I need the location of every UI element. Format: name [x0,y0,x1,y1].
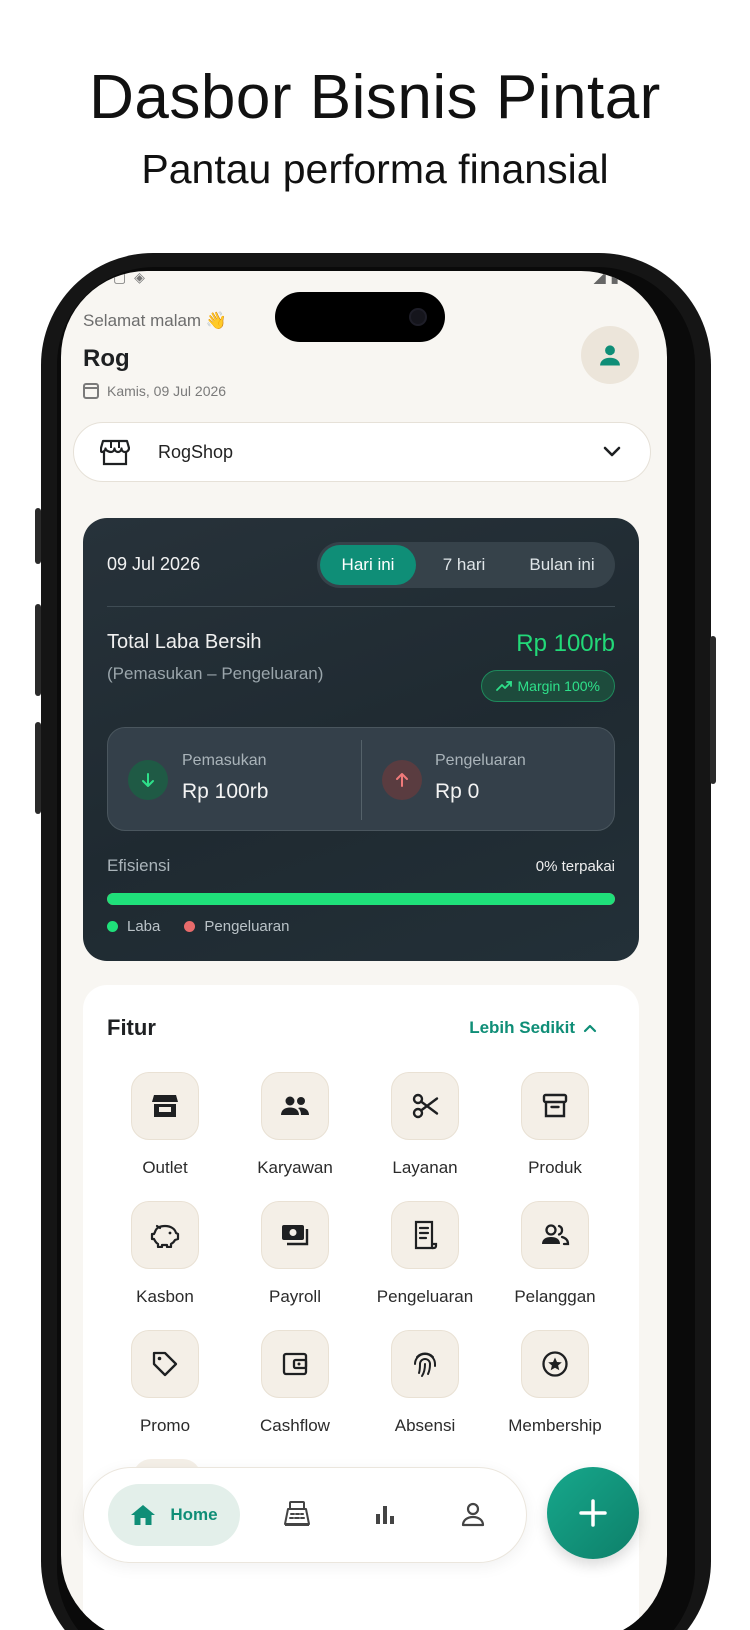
period-today-button[interactable]: Hari ini [320,545,416,585]
profile-icon [461,1502,485,1527]
user-name: Rog [83,345,130,372]
summary-date: 09 Jul 2026 [107,554,201,574]
expense-label: Pengeluaran [435,752,526,769]
period-selector: Hari ini 7 hari Bulan ini [317,542,615,588]
trending-up-icon [495,681,512,691]
star-badge-icon [521,1330,589,1398]
cash-register-icon [284,1501,310,1526]
summary-divider [107,606,615,607]
home-icon [131,1505,156,1525]
feature-membership[interactable]: Membership [490,1330,620,1436]
legend-expense-label: Pengeluaran [204,918,290,935]
features-toggle-label: Lebih Sedikit [469,1018,575,1037]
expense-value: Rp 0 [435,780,480,803]
dynamic-island [275,292,445,342]
promo-headline: Dasbor Bisnis Pintar [89,63,661,132]
arrow-up-icon [382,760,422,800]
money-icon [261,1201,329,1269]
income-expense-box: Pemasukan Rp 100rb Pengeluaran Rp 0 [107,727,615,831]
calendar-icon [83,383,99,399]
fingerprint-icon [391,1330,459,1398]
promo-subheadline: Pantau performa finansial [141,146,609,192]
net-profit-formula: (Pemasukan – Pengeluaran) [107,664,324,683]
feature-outlet[interactable]: Outlet [100,1072,230,1178]
wallet-icon [261,1330,329,1398]
feature-karyawan[interactable]: Karyawan [230,1072,360,1178]
feature-pengeluaran[interactable]: Pengeluaran [360,1201,490,1307]
chevron-up-icon [583,1024,597,1033]
legend-expense-dot [184,921,196,932]
app-screen: ▢ ◈ ◢ ▮ Selamat malam 👋 Rog Kamis, 09 Ju… [61,271,667,1630]
feature-absensi[interactable]: Absensi [360,1330,490,1436]
date-text: Kamis, 09 Jul 2026 [107,383,227,399]
arrow-down-icon [128,760,168,800]
shop-name: RogShop [158,441,234,462]
phone-power-button [710,636,716,784]
add-button[interactable] [547,1467,639,1559]
legend-profit-label: Laba [127,918,161,935]
efficiency-bar [107,893,615,905]
scissors-icon [391,1072,459,1140]
period-this-month-button[interactable]: Bulan ini [512,545,612,585]
features-title: Fitur [107,1015,156,1040]
piggy-bank-icon [131,1201,199,1269]
feature-layanan[interactable]: Layanan [360,1072,490,1178]
feature-cashflow[interactable]: Cashflow [230,1330,360,1436]
phone-action-button [35,508,41,564]
people-icon [261,1072,329,1140]
feature-payroll[interactable]: Payroll [230,1201,360,1307]
efficiency-legend: Laba Pengeluaran [107,918,289,935]
period-7-days-button[interactable]: 7 hari [416,545,512,585]
chevron-down-icon [602,441,622,466]
net-profit-value: Rp 100rb [516,630,615,657]
status-icons-right: ◢ ▮ [593,271,619,286]
shop-selector[interactable]: RogShop [73,422,651,482]
profile-avatar-button[interactable] [581,326,639,384]
plus-icon [579,1499,607,1527]
person-icon [600,345,620,366]
bar-chart-icon [376,1506,394,1524]
nav-cashier-button[interactable] [282,1498,312,1530]
feature-promo[interactable]: Promo [100,1330,230,1436]
customers-icon [521,1201,589,1269]
features-toggle-button[interactable]: Lebih Sedikit [469,1018,597,1038]
tag-icon [131,1330,199,1398]
nav-reports-button[interactable] [370,1498,400,1530]
storefront-icon [100,437,130,467]
nav-profile-button[interactable] [458,1498,488,1530]
efficiency-label: Efisiensi [107,856,171,875]
bottom-navigation: Home [83,1467,527,1563]
legend-profit-dot [107,921,118,932]
income-value: Rp 100rb [182,780,269,803]
store-icon [131,1072,199,1140]
feature-kasbon[interactable]: Kasbon [100,1201,230,1307]
efficiency-used: 0% terpakai [535,858,615,875]
nav-home-label: Home [170,1505,218,1524]
phone-volume-down-button [35,722,41,814]
nav-home-button[interactable]: Home [108,1484,240,1546]
feature-pelanggan[interactable]: Pelanggan [490,1201,620,1307]
phone-volume-up-button [35,604,41,696]
feature-produk[interactable]: Produk [490,1072,620,1178]
archive-box-icon [521,1072,589,1140]
efficiency-bar-fill [107,893,615,905]
net-profit-label: Total Laba Bersih [107,631,262,653]
margin-text: Margin 100% [517,678,601,694]
greeting-text: Selamat malam 👋 [83,311,227,330]
profit-summary-card: 09 Jul 2026 Hari ini 7 hari Bulan ini To… [83,518,639,961]
current-date: Kamis, 09 Jul 2026 [83,383,226,399]
margin-badge: Margin 100% [480,670,615,702]
receipt-icon [391,1201,459,1269]
income-label: Pemasukan [182,752,267,769]
status-icons-left: ▢ ◈ [113,271,147,285]
